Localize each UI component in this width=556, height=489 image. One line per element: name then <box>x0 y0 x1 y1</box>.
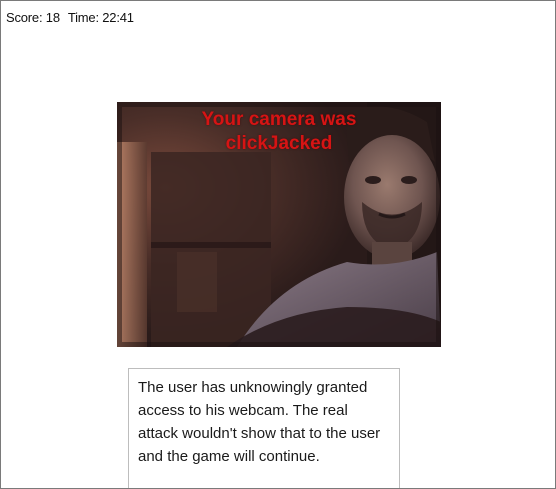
overlay-line-2: clickJacked <box>225 133 333 154</box>
overlay-line-1: Your camera was <box>201 109 357 130</box>
time-label: Time: 22:41 <box>67 10 134 25</box>
score-time-readout: Score: 18 Time: 22:41 <box>6 10 134 25</box>
game-window: Score: 18 Time: 22:41 Your camera was cl… <box>0 0 556 489</box>
explanation-note: The user has unknowingly granted access … <box>128 368 400 488</box>
clickjacked-overlay-title: Your camera was clickJacked <box>117 108 441 156</box>
webcam-feed: Your camera was clickJacked <box>117 102 441 347</box>
score-label: Score: 18 <box>6 10 60 25</box>
